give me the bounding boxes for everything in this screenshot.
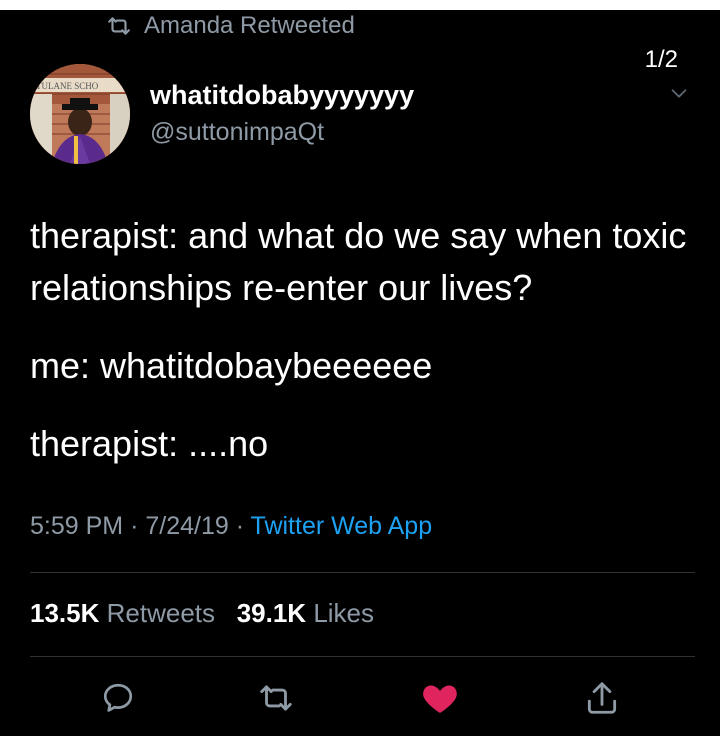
reply-button[interactable]	[96, 676, 140, 720]
tweet-source-link[interactable]: Twitter Web App	[251, 512, 433, 540]
tweet-date: 7/24/19	[145, 512, 229, 540]
retweets-stat[interactable]: 13.5K Retweets	[30, 598, 215, 628]
tweet-meta: 5:59 PM · 7/24/19 · Twitter Web App	[30, 512, 432, 541]
avatar-photo: TULANE SCHO	[30, 64, 130, 164]
tweet-time: 5:59 PM	[30, 512, 124, 540]
like-button[interactable]	[418, 676, 462, 720]
divider	[30, 656, 695, 657]
tweet-line: me: whatitdobaybeeeeee	[30, 345, 433, 386]
tweet-line: therapist: and what do we say when toxic…	[30, 215, 687, 308]
author-display-name[interactable]: whatitdobabyyyyyyy	[150, 80, 414, 111]
retweet-banner-text: Amanda Retweeted	[144, 12, 355, 39]
avatar[interactable]: TULANE SCHO	[30, 64, 130, 164]
top-edge-bar	[0, 0, 720, 10]
meta-separator: ·	[130, 512, 139, 540]
tweet-line: therapist: ....no	[30, 423, 269, 464]
page-indicator: 1/2	[644, 46, 678, 73]
share-icon	[587, 682, 617, 714]
retweets-label: Retweets	[106, 598, 216, 628]
retweet-icon	[260, 685, 292, 711]
chevron-down-icon[interactable]	[668, 82, 690, 104]
likes-stat[interactable]: 39.1K Likes	[237, 598, 374, 628]
reply-icon	[103, 683, 133, 712]
tweet-body: therapist: and what do we say when toxic…	[30, 210, 690, 496]
divider	[30, 572, 695, 573]
retweets-count: 13.5K	[30, 598, 100, 628]
heart-icon	[423, 685, 457, 713]
likes-label: Likes	[313, 598, 375, 628]
retweet-banner: Amanda Retweeted	[106, 12, 355, 40]
author-handle[interactable]: @suttonimpaQt	[150, 118, 324, 147]
tweet-stats: 13.5K Retweets 39.1K Likes	[30, 598, 374, 629]
action-bar	[0, 676, 720, 726]
avatar-sign-text: TULANE SCHO	[36, 81, 99, 91]
likes-count: 39.1K	[236, 598, 307, 628]
meta-separator: ·	[235, 512, 245, 540]
retweet-small-icon	[108, 17, 130, 35]
share-button[interactable]	[580, 676, 624, 720]
retweet-button[interactable]	[254, 676, 298, 720]
